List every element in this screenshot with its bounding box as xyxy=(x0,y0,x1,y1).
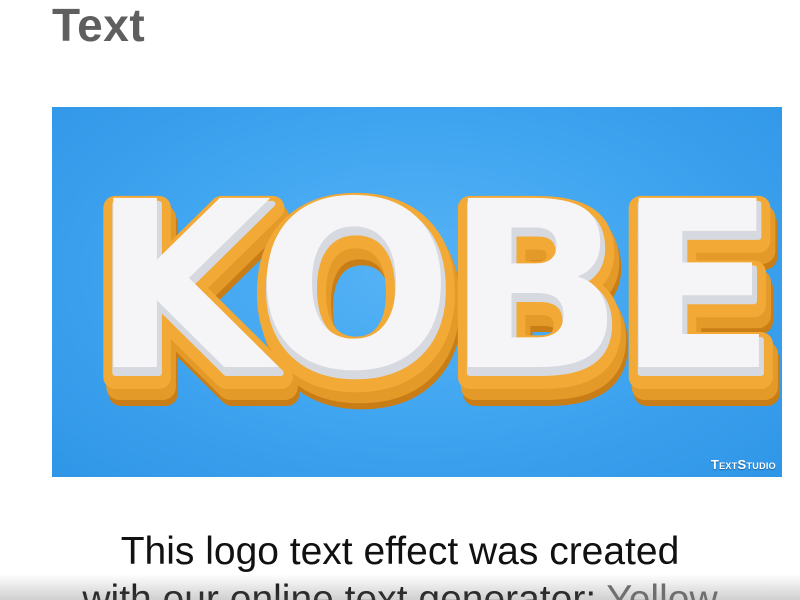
logo-graphic: KOBE KOBE KOBE KOBE KOBE KOBE xyxy=(82,150,782,461)
section-heading: Text xyxy=(52,0,146,51)
description-paragraph: This logo text effect was created with o… xyxy=(0,528,800,600)
logo-text-face: KOBE xyxy=(92,152,770,422)
description-line-1: This logo text effect was created xyxy=(120,530,680,573)
watermark-label: TextStudio xyxy=(710,457,776,472)
description-line-2-prefix: with our online text generator: xyxy=(82,578,597,600)
page: Text KOBE KOBE KOBE KOBE KOBE KOBE TextS… xyxy=(0,0,800,600)
logo-preview-image[interactable]: KOBE KOBE KOBE KOBE KOBE KOBE TextStudio xyxy=(52,107,782,477)
generator-link[interactable]: Yellow xyxy=(606,578,717,600)
